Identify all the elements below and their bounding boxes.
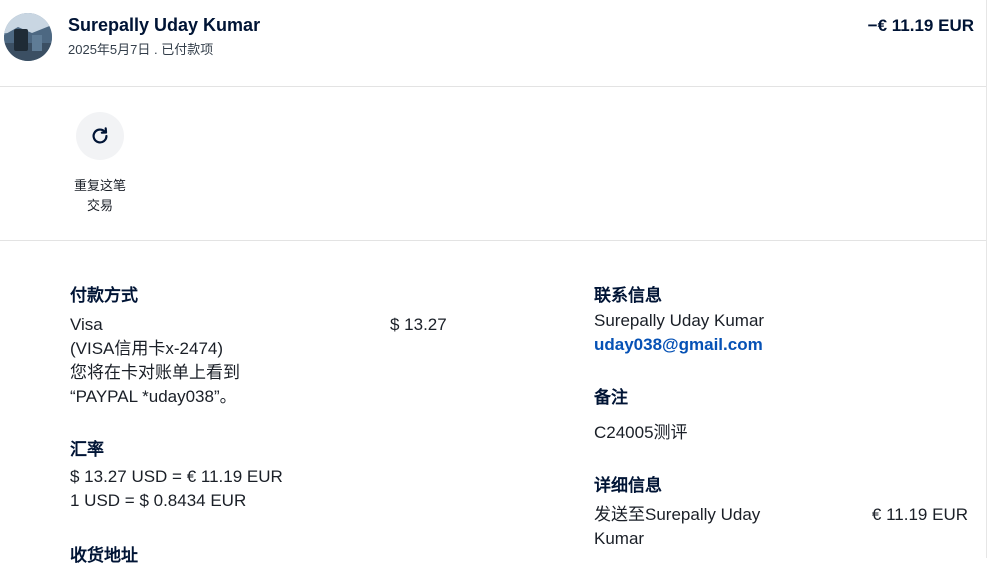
notes-text: C24005测评 <box>594 423 688 442</box>
details-title: 详细信息 <box>594 476 662 495</box>
contact-info-title: 联系信息 <box>594 286 662 305</box>
exchange-rate-details: $ 13.27 USD = € 11.19 EUR 1 USD = $ 0.84… <box>70 465 283 513</box>
sent-to-line1: 发送至Surepally Uday <box>594 505 761 524</box>
exchange-rate-line2: 1 USD = $ 0.8434 EUR <box>70 491 247 510</box>
transaction-amount: −€ 11.19 EUR <box>867 16 974 35</box>
contact-name: Surepally Uday Kumar <box>594 311 765 330</box>
avatar <box>4 13 52 61</box>
repeat-label-line1: 重复这笔 <box>73 178 126 193</box>
merchant-name: Surepally Uday Kumar <box>68 15 261 35</box>
statement-note-line1: 您将在卡对账单上看到 <box>70 363 240 382</box>
repeat-transaction-label[interactable]: 重复这笔 交易 <box>60 176 140 216</box>
payment-method-title: 付款方式 <box>70 286 138 305</box>
sent-to-line2: Kumar <box>594 529 645 548</box>
payment-method-details: Visa (VISA信用卡x-2474) 您将在卡对账单上看到 “PAYPAL … <box>70 313 240 409</box>
transaction-date-status: 2025年5月7日 . 已付款项 <box>68 42 214 57</box>
sent-to: 发送至Surepally Uday Kumar <box>594 503 760 551</box>
payment-method-name: Visa <box>70 315 103 334</box>
refresh-icon <box>92 127 108 144</box>
contact-email-link[interactable]: uday038@gmail.com <box>594 333 763 357</box>
exchange-rate-title: 汇率 <box>70 440 104 459</box>
repeat-transaction-button[interactable] <box>76 112 124 160</box>
payment-amount: $ 13.27 <box>390 315 447 334</box>
shipping-address-title: 收货地址 <box>70 546 138 565</box>
repeat-label-line2: 交易 <box>86 198 113 213</box>
scrollbar[interactable] <box>986 0 1006 558</box>
notes-title: 备注 <box>594 388 628 407</box>
details-amount: € 11.19 EUR <box>871 505 968 524</box>
payment-card: (VISA信用卡x-2474) <box>70 339 224 358</box>
actions-section <box>0 87 986 241</box>
statement-note-line2: “PAYPAL *uday038”。 <box>70 387 237 406</box>
transaction-header: Surepally Uday Kumar 2025年5月7日 . 已付款项 −€… <box>0 0 986 87</box>
exchange-rate-line1: $ 13.27 USD = € 11.19 EUR <box>70 467 283 486</box>
